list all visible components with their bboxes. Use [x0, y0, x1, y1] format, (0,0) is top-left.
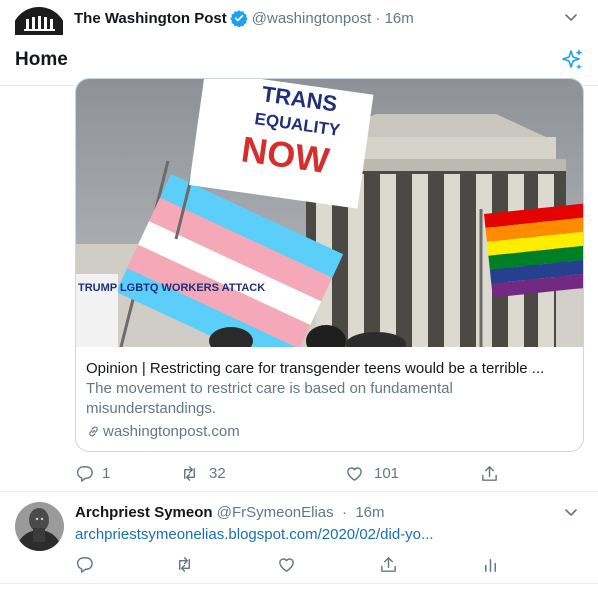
reply-icon: [76, 556, 93, 573]
link-card[interactable]: TRANS EQUALITY NOW TRUMP LGBTQ WORKERS A…: [75, 78, 584, 452]
display-name[interactable]: The Washington Post: [74, 10, 227, 27]
analytics-button[interactable]: [481, 555, 500, 574]
analytics-icon: [484, 558, 497, 572]
tweet-actions: [75, 553, 575, 575]
share-button[interactable]: [379, 555, 398, 574]
separator-dot: ·: [337, 504, 352, 521]
card-image[interactable]: TRANS EQUALITY NOW TRUMP LGBTQ WORKERS A…: [76, 79, 583, 347]
tweet-divider: [0, 583, 598, 584]
share-icon: [381, 556, 396, 572]
handle[interactable]: @FrSymeonElias: [217, 504, 334, 521]
washingtonpost-avatar[interactable]: [15, 5, 63, 35]
chevron-down-icon[interactable]: [564, 507, 578, 517]
link-icon: [89, 426, 98, 437]
tweet-header-archpriest: Archpriest Symeon @FrSymeonElias · 16m: [75, 504, 385, 521]
card-domain[interactable]: washingtonpost.com: [103, 423, 240, 440]
sparkle-icon[interactable]: [559, 47, 585, 73]
timestamp[interactable]: 16m: [355, 504, 384, 521]
sign-text: TRUMP LGBTQ WORKERS ATTACK: [78, 282, 265, 294]
reply-button[interactable]: 1: [75, 464, 110, 483]
page-title: Home: [15, 49, 68, 70]
reply-count: 1: [102, 464, 111, 482]
tweet-link[interactable]: archpriestsymeonelias.blogspot.com/2020/…: [75, 526, 434, 543]
tweet-actions: 1 32 101: [75, 462, 575, 484]
retweet-button[interactable]: 32: [180, 464, 226, 483]
chevron-down-icon[interactable]: [564, 12, 578, 22]
share-icon: [482, 465, 497, 481]
share-button[interactable]: [480, 464, 499, 483]
tweet-header-washingtonpost: The Washington Post @washingtonpost · 16…: [0, 0, 598, 40]
tweet-divider: [0, 491, 598, 492]
retweet-icon: [179, 556, 190, 572]
reply-icon: [76, 465, 93, 482]
like-button[interactable]: 101: [345, 464, 399, 483]
retweet-count: 32: [209, 464, 226, 482]
verified-badge-icon: [230, 9, 248, 28]
card-description: The movement to restrict care is based o…: [86, 380, 453, 417]
display-name[interactable]: Archpriest Symeon: [75, 504, 213, 521]
card-title[interactable]: Opinion | Restricting care for transgend…: [86, 359, 573, 379]
retweet-icon: [184, 465, 195, 481]
like-icon: [279, 557, 294, 572]
handle[interactable]: @washingtonpost: [252, 10, 371, 27]
separator-dot: ·: [371, 9, 385, 27]
retweet-button[interactable]: [175, 555, 194, 574]
timestamp[interactable]: 16m: [385, 10, 414, 27]
like-button[interactable]: [277, 555, 296, 574]
like-icon: [347, 466, 362, 481]
archpriest-avatar[interactable]: [15, 502, 64, 551]
like-count: 101: [374, 464, 400, 482]
reply-button[interactable]: [75, 555, 94, 574]
